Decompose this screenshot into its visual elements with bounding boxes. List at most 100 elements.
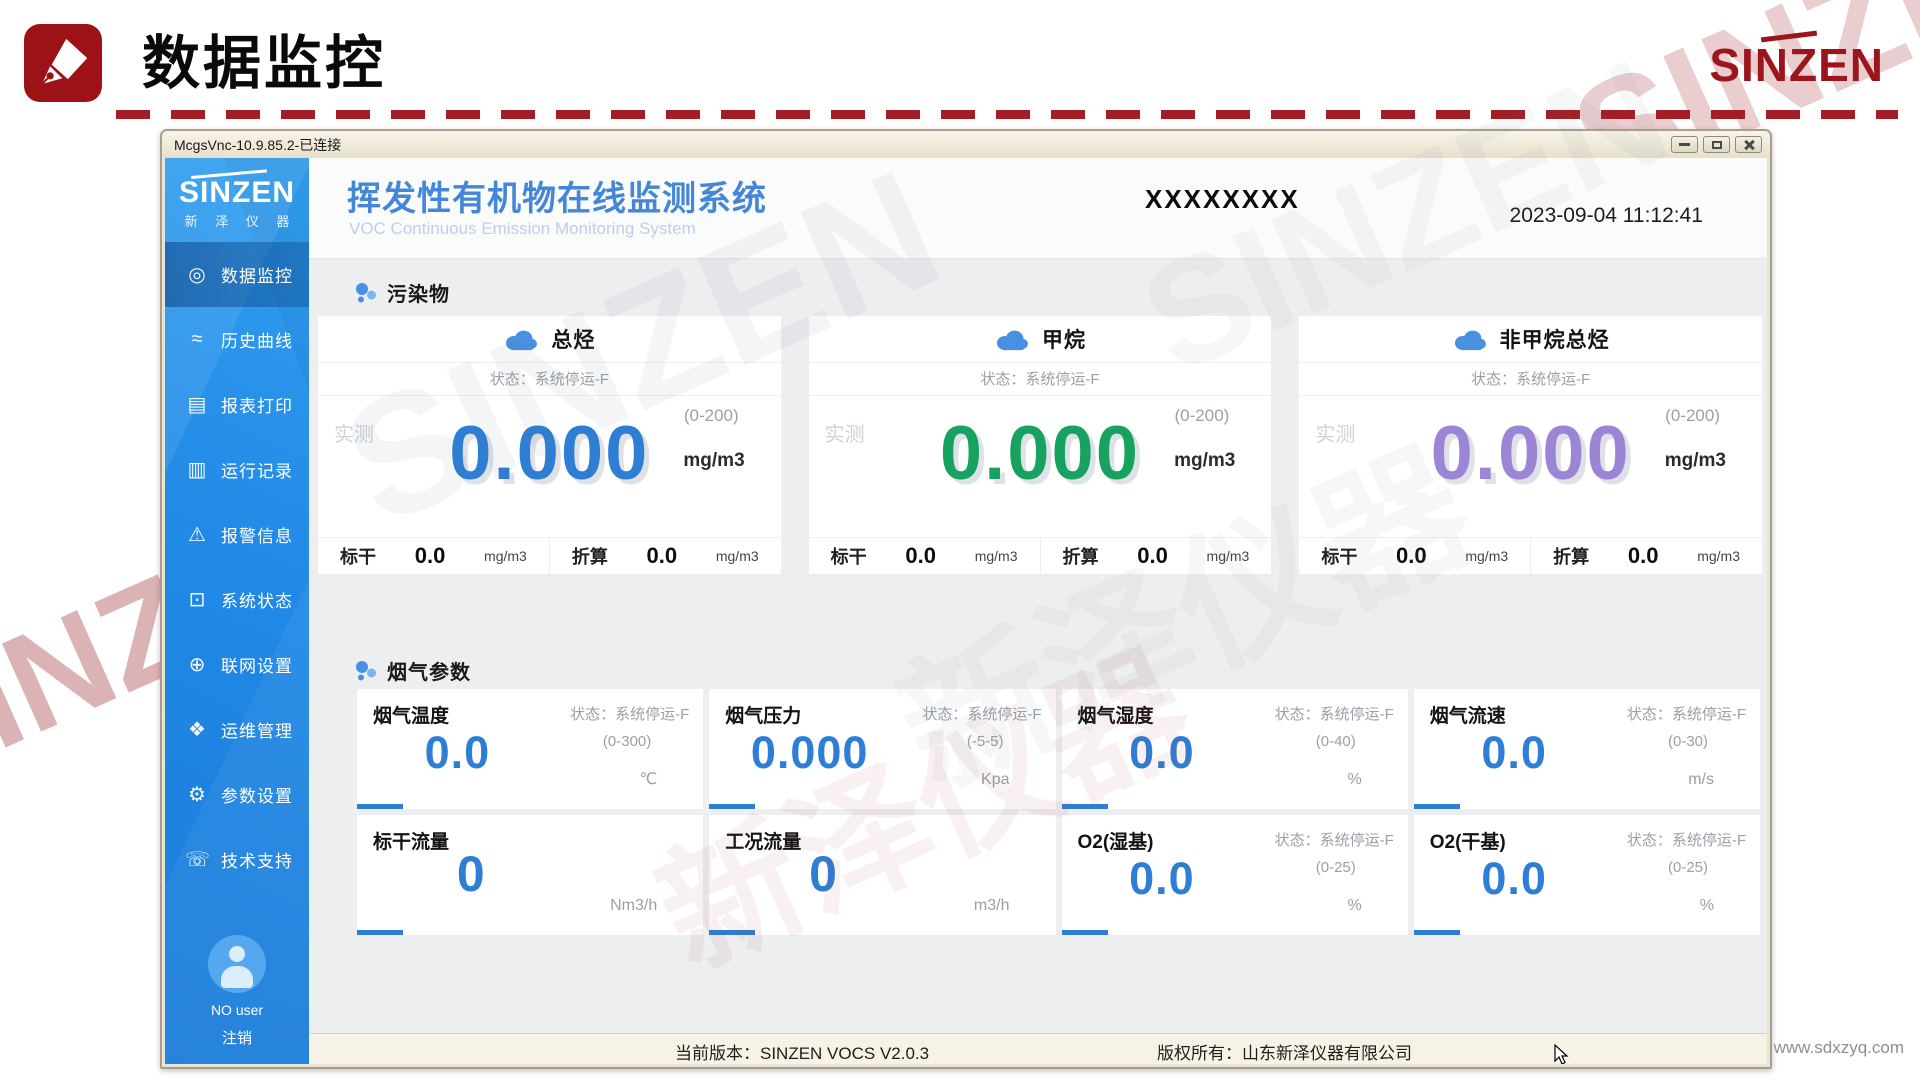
pollutant-name: 非甲烷总烃 [1500, 324, 1610, 354]
record-icon: ▥ [185, 457, 209, 482]
footer-reading: 折算0.0mg/m3 [1040, 538, 1272, 574]
sidebar: SINZEN 新 泽 仪 器 ◎ 数据监控 ≈ 历史曲线 ▤报表打印 ▥ 运行记录 ⚠报警信息… [165, 158, 309, 1064]
pollutant-card: 甲烷状态：系统停运-F实测0.000(0-200)mg/m3标干0.0mg/m3… [809, 316, 1272, 574]
sidebar-item-label: 系统状态 [221, 587, 293, 612]
unit-label: Nm3/h [610, 897, 657, 915]
flue-param-name: 烟气湿度 [1078, 701, 1154, 728]
footer-reading-unit: mg/m3 [1697, 548, 1740, 564]
footer-reading-unit: mg/m3 [716, 548, 759, 564]
sidebar-item-report-print[interactable]: ▤报表打印 [165, 372, 309, 437]
monitor-icon: ◎ [185, 262, 209, 287]
sidebar-item-data-monitor[interactable]: ◎ 数据监控 [165, 242, 309, 307]
website-url: www.sdxzyq.com [1774, 1038, 1904, 1058]
card-accent-bar [709, 804, 755, 809]
section-title: 烟气参数 [387, 656, 471, 685]
sidebar-item-label: 数据监控 [221, 262, 293, 287]
range-label: (-5-5) [967, 733, 1004, 750]
flue-param-name: O2(干基) [1430, 827, 1506, 854]
flue-card: 烟气流速状态：系统停运-F(0-30)0.0m/s [1414, 689, 1760, 809]
footer-reading-label: 标干 [831, 543, 867, 569]
range-label: (0-200) [684, 406, 739, 426]
sidebar-logo: SINZEN 新 泽 仪 器 [165, 158, 309, 242]
status-text: 状态：系统停运-F [1627, 703, 1746, 724]
mcgsvnc-window: McgsVnc-10.9.85.2-已连接 SINZEN 新 泽 仪 器 ◎ 数据… [160, 129, 1772, 1069]
sidebar-item-label: 技术支持 [221, 847, 293, 872]
pollutant-card: 总烃状态：系统停运-F实测0.000(0-200)mg/m3标干0.0mg/m3… [318, 316, 781, 574]
flue-param-value: 0.000 [709, 727, 910, 779]
sidebar-item-alarm-info[interactable]: ⚠报警信息 [165, 502, 309, 567]
pollutant-card-header: 总烃 [318, 316, 781, 363]
range-label: (0-25) [1316, 859, 1356, 876]
sidebar-item-system-status[interactable]: ⊡系统状态 [165, 567, 309, 632]
status-text: 状态：系统停运-F [1275, 703, 1394, 724]
flue-cards: 烟气温度状态：系统停运-F(0-300)0.0℃烟气压力状态：系统停运-F(-5… [357, 689, 1760, 935]
cloud-icon [994, 328, 1030, 351]
flue-param-value: 0.0 [1062, 853, 1263, 905]
card-accent-bar [357, 930, 403, 935]
status-text: 状态：系统停运-F [318, 363, 781, 396]
pollutant-section-header: 污染物 [355, 278, 450, 307]
window-footer: 当前版本：SINZEN VOCS V2.0.3 版权所有：山东新泽仪器有限公司 [309, 1033, 1767, 1064]
unit-label: % [1348, 897, 1362, 915]
status-text: 状态：系统停运-F [1299, 363, 1762, 396]
flue-card: 工况流量0m3/h [709, 815, 1055, 935]
system-subtitle: VOC Continuous Emission Monitoring Syste… [349, 219, 696, 239]
window-body: SINZEN 新 泽 仪 器 ◎ 数据监控 ≈ 历史曲线 ▤报表打印 ▥ 运行记录 ⚠报警信息… [165, 158, 1767, 1064]
slide-pen-icon [24, 24, 102, 102]
flue-card: 烟气压力状态：系统停运-F(-5-5)0.000Kpa [709, 689, 1055, 809]
sidebar-item-history-curve[interactable]: ≈ 历史曲线 [165, 307, 309, 372]
card-accent-bar [1062, 930, 1108, 935]
unit-label: ℃ [639, 769, 657, 789]
card-accent-bar [1414, 804, 1460, 809]
sidebar-item-network-setup[interactable]: ⊕联网设置 [165, 632, 309, 697]
flue-param-name: 烟气压力 [725, 701, 801, 728]
sidebar-item-run-record[interactable]: ▥ 运行记录 [165, 437, 309, 502]
sidebar-item-maintenance[interactable]: ❖运维管理 [165, 697, 309, 762]
alarm-icon: ⚠ [185, 522, 209, 547]
unit-label: % [1348, 771, 1362, 789]
sidebar-item-label: 历史曲线 [221, 327, 293, 352]
window-titlebar[interactable]: McgsVnc-10.9.85.2-已连接 [162, 131, 1770, 158]
footer-reading-value: 0.0 [1396, 543, 1427, 569]
station-name: XXXXXXXX [1145, 184, 1300, 215]
maximize-button[interactable] [1703, 136, 1730, 153]
footer-reading-unit: mg/m3 [1465, 548, 1508, 564]
flue-param-name: 烟气流速 [1430, 701, 1506, 728]
flue-param-value: 0.0 [357, 727, 558, 779]
pollutant-card-footer: 标干0.0mg/m3折算0.0mg/m3 [318, 537, 781, 574]
settings-icon: ⚙ [185, 782, 209, 807]
unit-label: mg/m3 [1665, 450, 1726, 472]
flue-param-value: 0 [709, 845, 938, 903]
sidebar-item-label: 运行记录 [221, 457, 293, 482]
card-accent-bar [1062, 804, 1108, 809]
range-label: (0-200) [1665, 406, 1720, 426]
unit-label: Kpa [981, 771, 1009, 789]
sidebar-item-tech-support[interactable]: ☏ 技术支持 [165, 827, 309, 892]
minimize-button[interactable] [1671, 136, 1698, 153]
pollutant-reading: 实测0.000(0-200)mg/m3 [809, 396, 1272, 537]
footer-reading-unit: mg/m3 [975, 548, 1018, 564]
sidebar-item-param-setup[interactable]: ⚙ 参数设置 [165, 762, 309, 827]
sidebar-item-label: 参数设置 [221, 782, 293, 807]
flue-card: O2(湿基)状态：系统停运-F(0-25)0.0% [1062, 815, 1408, 935]
flue-card: 标干流量0Nm3/h [357, 815, 703, 935]
flue-card: 烟气湿度状态：系统停运-F(0-40)0.0% [1062, 689, 1408, 809]
footer-reading-label: 折算 [1553, 543, 1589, 569]
sidebar-logo-subtext: 新 泽 仪 器 [165, 211, 309, 230]
section-title: 污染物 [387, 278, 450, 307]
logout-button[interactable]: 注销 [165, 1027, 309, 1048]
card-accent-bar [1414, 930, 1460, 935]
flue-param-value: 0.0 [1414, 727, 1615, 779]
footer-reading-value: 0.0 [1137, 543, 1168, 569]
flue-param-name: 烟气温度 [373, 701, 449, 728]
mouse-cursor [1554, 1044, 1570, 1064]
pollutant-card-footer: 标干0.0mg/m3折算0.0mg/m3 [1299, 537, 1762, 574]
close-button[interactable] [1735, 136, 1762, 153]
unit-label: % [1700, 897, 1714, 915]
support-icon: ☏ [185, 847, 209, 872]
divider-dashed-line [116, 110, 1898, 119]
user-avatar-icon[interactable] [208, 935, 266, 993]
curve-icon: ≈ [185, 328, 209, 351]
flue-section-header: 烟气参数 [355, 656, 471, 685]
unit-label: mg/m3 [683, 450, 744, 472]
